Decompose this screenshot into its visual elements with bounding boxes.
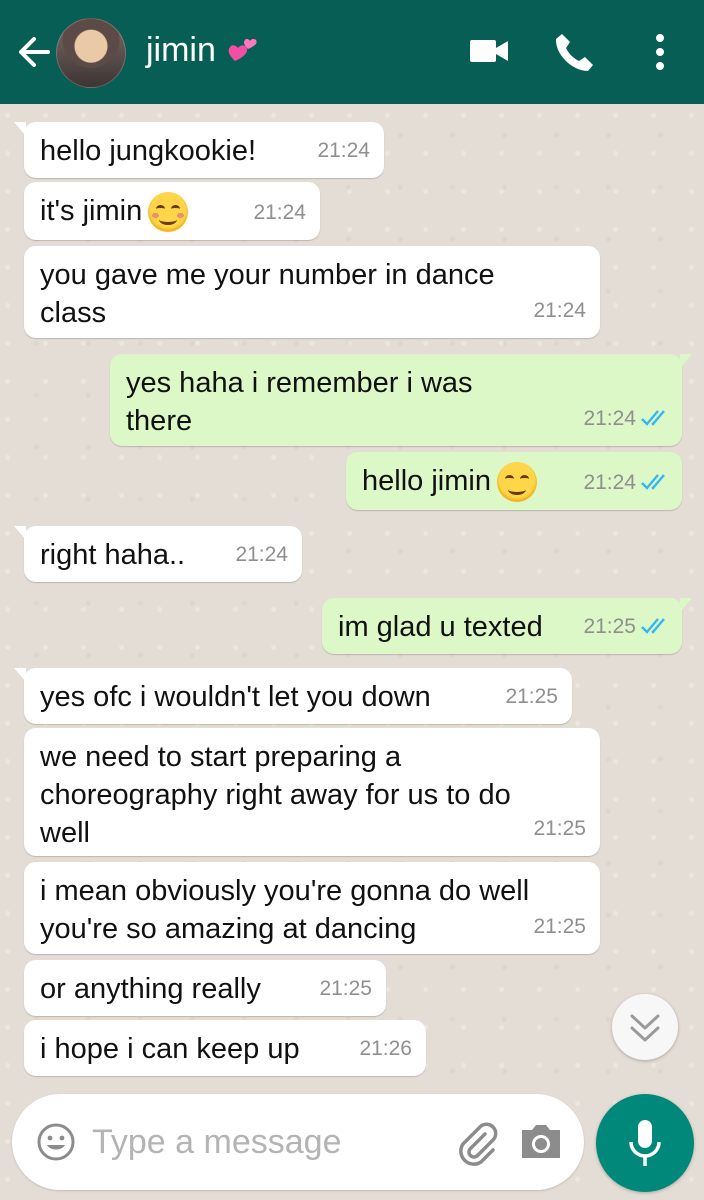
message-bubble-incoming[interactable]: it's jimin 21:24 [24, 182, 320, 240]
smiling-face-icon [148, 192, 189, 233]
message-text: yes haha i remember i was there [126, 367, 473, 437]
read-receipt-icon [641, 618, 665, 634]
phone-call-icon[interactable] [552, 30, 596, 74]
two-hearts-icon [228, 38, 257, 61]
read-receipt-icon [641, 410, 665, 426]
message-bubble-incoming[interactable]: you gave me your number in dance class 2… [24, 246, 600, 338]
paperclip-icon[interactable] [452, 1118, 500, 1166]
message-time: 21:24 [235, 543, 288, 566]
contact-avatar[interactable] [56, 18, 126, 88]
scroll-to-bottom-button[interactable] [612, 994, 678, 1060]
voice-message-button[interactable] [596, 1094, 694, 1192]
emoji-picker-icon[interactable] [36, 1122, 76, 1162]
message-text: you gave me your number in dance class [40, 259, 495, 329]
message-input[interactable]: Type a message [92, 1120, 341, 1164]
message-bubble-outgoing[interactable]: hello jimin 21:24 [346, 452, 682, 510]
message-time: 21:24 [253, 201, 306, 224]
message-time: 21:25 [533, 817, 586, 840]
message-time: 21:25 [505, 685, 558, 708]
message-time: 21:24 [583, 464, 668, 502]
read-receipt-icon [641, 474, 665, 490]
message-time: 21:26 [359, 1037, 412, 1060]
message-bubble-incoming[interactable]: yes ofc i wouldn't let you down 21:25 [14, 668, 572, 724]
double-chevron-down-icon [630, 1014, 660, 1042]
message-bubble-incoming[interactable]: hello jungkookie! 21:24 [14, 122, 384, 178]
message-time: 21:25 [319, 977, 372, 1000]
chat-header: jimin [0, 0, 704, 104]
message-time: 21:25 [533, 915, 586, 938]
message-bubble-incoming[interactable]: i mean obviously you're gonna do well yo… [24, 862, 600, 954]
message-text: i hope i can keep up [40, 1033, 300, 1065]
message-bubble-outgoing[interactable]: yes haha i remember i was there 21:24 [110, 354, 692, 446]
message-text: we need to start preparing a choreograph… [40, 741, 511, 849]
message-text: i mean obviously you're gonna do well yo… [40, 875, 530, 945]
camera-icon[interactable] [518, 1122, 564, 1162]
contact-name: jimin [146, 31, 216, 69]
message-time: 21:24 [583, 400, 668, 438]
contact-title[interactable]: jimin [146, 28, 260, 72]
message-composer: Type a message [12, 1094, 584, 1190]
more-options-icon[interactable] [648, 30, 672, 74]
smiley-icon [496, 462, 537, 503]
message-bubble-incoming[interactable]: or anything really 21:25 [24, 960, 386, 1016]
message-text: hello jimin [362, 465, 491, 497]
message-bubble-outgoing[interactable]: im glad u texted 21:25 [322, 598, 692, 654]
message-time: 21:25 [583, 608, 668, 646]
microphone-icon [629, 1120, 661, 1166]
message-bubble-incoming[interactable]: right haha.. 21:24 [14, 526, 302, 582]
message-text: yes ofc i wouldn't let you down [40, 681, 431, 713]
message-time: 21:24 [317, 139, 370, 162]
message-text: it's jimin [40, 195, 143, 227]
video-call-icon[interactable] [468, 30, 510, 72]
message-bubble-incoming[interactable]: i hope i can keep up 21:26 [24, 1020, 426, 1076]
message-time: 21:24 [533, 299, 586, 322]
message-bubble-incoming[interactable]: we need to start preparing a choreograph… [24, 728, 600, 856]
back-arrow-icon[interactable] [14, 32, 54, 72]
